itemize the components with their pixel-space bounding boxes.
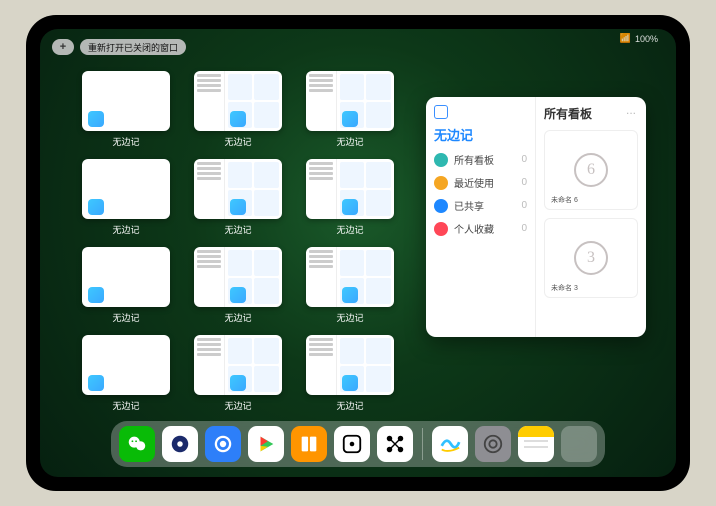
thumbnail-label: 无边记 xyxy=(336,399,363,412)
thumbnail-label: 无边记 xyxy=(336,135,363,148)
signal-icon: 📶 xyxy=(620,33,631,44)
more-menu-icon[interactable]: ... xyxy=(626,103,636,117)
window-thumbnail[interactable]: 无边记 xyxy=(306,247,394,327)
dock-app-books[interactable] xyxy=(291,426,327,462)
screen: 📶 100% + 重新打开已关闭的窗口 无边记无边记无边记无边记无边记无边记无边… xyxy=(40,29,676,477)
window-thumbnail[interactable]: 无边记 xyxy=(194,71,282,151)
sidebar-item-label: 个人收藏 xyxy=(454,221,494,236)
thumbnail-label: 无边记 xyxy=(224,223,251,236)
dock-app-browser-q[interactable] xyxy=(205,426,241,462)
battery-text: 100% xyxy=(635,34,658,44)
sidebar-item-icon xyxy=(434,199,448,213)
thumbnail-label: 无边记 xyxy=(112,223,139,236)
popup-app-title: 无边记 xyxy=(434,125,527,144)
thumbnail-label: 无边记 xyxy=(112,399,139,412)
window-thumbnail[interactable]: 无边记 xyxy=(82,71,170,151)
sidebar-item-count: 0 xyxy=(521,223,527,234)
sidebar-item-count: 0 xyxy=(521,200,527,211)
board-card-caption: 未命名 6 xyxy=(551,197,578,205)
window-thumbnail[interactable]: 无边记 xyxy=(82,335,170,415)
thumbnail-label: 无边记 xyxy=(224,311,251,324)
thumbnail-preview xyxy=(306,247,394,307)
popup-content-title: 所有看板 xyxy=(544,105,638,122)
ipad-frame: 📶 100% + 重新打开已关闭的窗口 无边记无边记无边记无边记无边记无边记无边… xyxy=(26,15,690,491)
sidebar-item[interactable]: 已共享 0 xyxy=(434,198,527,213)
dock-app-dice[interactable] xyxy=(334,426,370,462)
dock-app-graph-dots[interactable] xyxy=(377,426,413,462)
sidebar-item-count: 0 xyxy=(521,154,527,165)
thumbnail-preview xyxy=(82,159,170,219)
sidebar-item[interactable]: 所有看板 0 xyxy=(434,152,527,167)
thumbnail-preview xyxy=(82,71,170,131)
window-thumbnail[interactable]: 无边记 xyxy=(82,159,170,239)
sidebar-item[interactable]: 个人收藏 0 xyxy=(434,221,527,236)
window-thumbnail[interactable]: 无边记 xyxy=(306,335,394,415)
dock-app-wechat[interactable] xyxy=(119,426,155,462)
thumbnail-label: 无边记 xyxy=(224,399,251,412)
dock-app-freeform[interactable] xyxy=(432,426,468,462)
window-thumbnail[interactable]: 无边记 xyxy=(194,335,282,415)
sidebar-item-label: 已共享 xyxy=(454,198,484,213)
dock-app-quark-blue[interactable] xyxy=(162,426,198,462)
window-switcher-grid: 无边记无边记无边记无边记无边记无边记无边记无边记无边记无边记无边记无边记 xyxy=(82,71,422,415)
thumbnail-label: 无边记 xyxy=(112,135,139,148)
thumbnail-preview xyxy=(194,159,282,219)
sidebar-item-label: 所有看板 xyxy=(454,152,494,167)
board-card-caption: 未命名 3 xyxy=(551,285,578,293)
window-thumbnail[interactable]: 无边记 xyxy=(306,159,394,239)
sidebar-item-icon xyxy=(434,153,448,167)
thumbnail-label: 无边记 xyxy=(224,135,251,148)
board-preview-icon: 6 xyxy=(574,153,608,187)
window-thumbnail[interactable]: 无边记 xyxy=(194,159,282,239)
reopen-closed-window-button[interactable]: 重新打开已关闭的窗口 xyxy=(80,39,186,55)
sidebar-item-label: 最近使用 xyxy=(454,175,494,190)
dock-separator xyxy=(422,428,423,460)
dock-app-notes[interactable] xyxy=(518,426,554,462)
new-window-button[interactable]: + xyxy=(52,39,74,55)
sidebar-toggle-icon[interactable] xyxy=(434,105,448,119)
thumbnail-label: 无边记 xyxy=(336,223,363,236)
dock-app-play-video[interactable] xyxy=(248,426,284,462)
dock xyxy=(111,421,605,467)
thumbnail-preview xyxy=(194,247,282,307)
sidebar-item-icon xyxy=(434,222,448,236)
thumbnail-preview xyxy=(306,71,394,131)
plus-icon: + xyxy=(60,41,66,53)
sidebar-popup: 无边记 所有看板 0 最近使用 0 已共享 0 个人收藏 0 ... 所有看板 6 未命名 6 3… xyxy=(426,97,646,337)
status-bar: 📶 100% xyxy=(620,33,658,44)
popup-sidebar: 无边记 所有看板 0 最近使用 0 已共享 0 个人收藏 0 xyxy=(426,97,536,337)
thumbnail-preview xyxy=(82,247,170,307)
board-preview-icon: 3 xyxy=(574,241,608,275)
sidebar-item-icon xyxy=(434,176,448,190)
sidebar-item-count: 0 xyxy=(521,177,527,188)
window-thumbnail[interactable]: 无边记 xyxy=(306,71,394,151)
thumbnail-preview xyxy=(306,335,394,395)
board-card[interactable]: 6 未命名 6 xyxy=(544,130,638,210)
thumbnail-preview xyxy=(82,335,170,395)
reopen-label: 重新打开已关闭的窗口 xyxy=(88,41,178,54)
thumbnail-preview xyxy=(306,159,394,219)
window-thumbnail[interactable]: 无边记 xyxy=(82,247,170,327)
window-thumbnail[interactable]: 无边记 xyxy=(194,247,282,327)
thumbnail-preview xyxy=(194,71,282,131)
dock-app-settings[interactable] xyxy=(475,426,511,462)
sidebar-item[interactable]: 最近使用 0 xyxy=(434,175,527,190)
board-card[interactable]: 3 未命名 3 xyxy=(544,218,638,298)
thumbnail-label: 无边记 xyxy=(112,311,139,324)
popup-content: ... 所有看板 6 未命名 6 3 未命名 3 xyxy=(536,97,646,337)
thumbnail-preview xyxy=(194,335,282,395)
thumbnail-label: 无边记 xyxy=(336,311,363,324)
toolbar: + 重新打开已关闭的窗口 xyxy=(52,39,186,55)
dock-app-recent-grid[interactable] xyxy=(561,426,597,462)
